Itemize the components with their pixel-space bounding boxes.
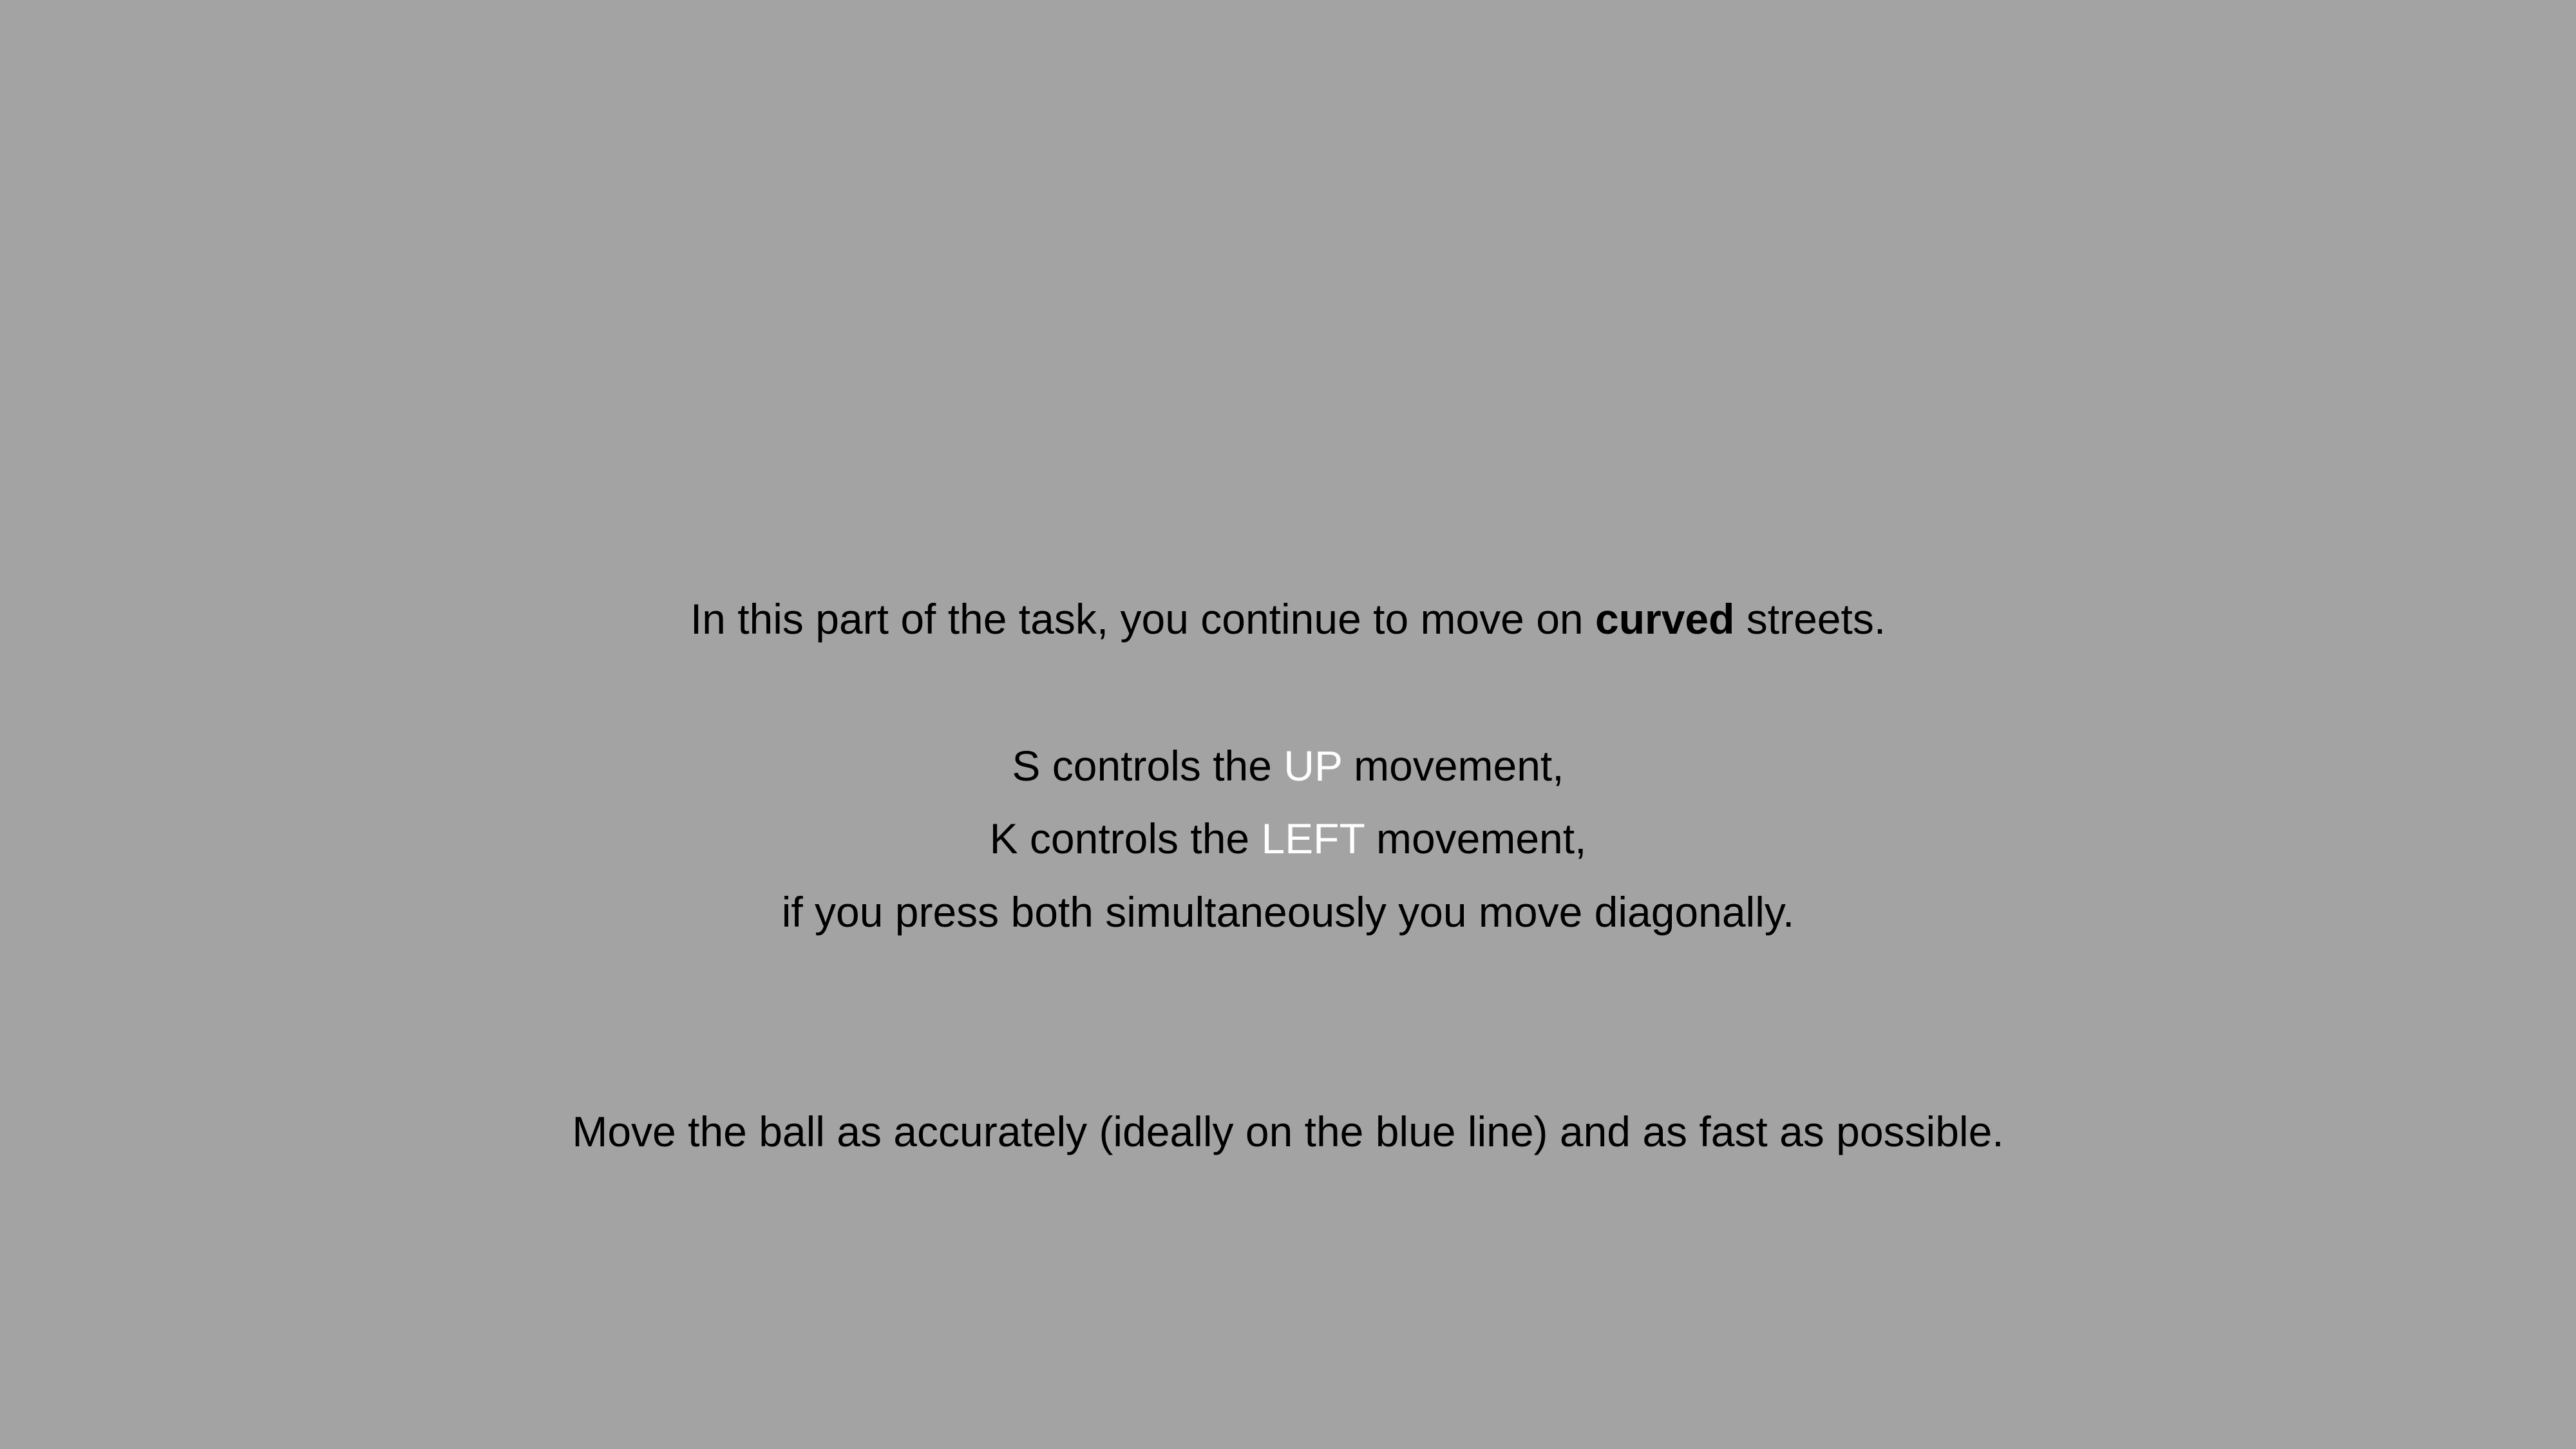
intro-line: In this part of the task, you continue t… <box>0 593 2576 645</box>
intro-text-start: In this part of the task, you continue t… <box>690 595 1595 643</box>
control-left-text-end: movement, <box>1364 815 1587 862</box>
control-left-text-start: K controls the <box>989 815 1262 862</box>
goal-line: Move the ball as accurately (ideally on … <box>572 1108 2004 1155</box>
control-up-text-start: S controls the <box>1012 742 1284 790</box>
control-up-direction: UP <box>1283 742 1342 790</box>
control-up-line: S controls the UP movement, <box>0 740 2576 791</box>
control-left-direction: LEFT <box>1261 815 1365 862</box>
diagonal-line: if you press both simultaneously you mov… <box>781 888 1795 936</box>
intro-emphasis: curved <box>1595 595 1735 643</box>
control-up-text-end: movement, <box>1341 742 1564 790</box>
intro-text-end: streets. <box>1734 595 1886 643</box>
control-left-line: K controls the LEFT movement, <box>0 813 2576 864</box>
